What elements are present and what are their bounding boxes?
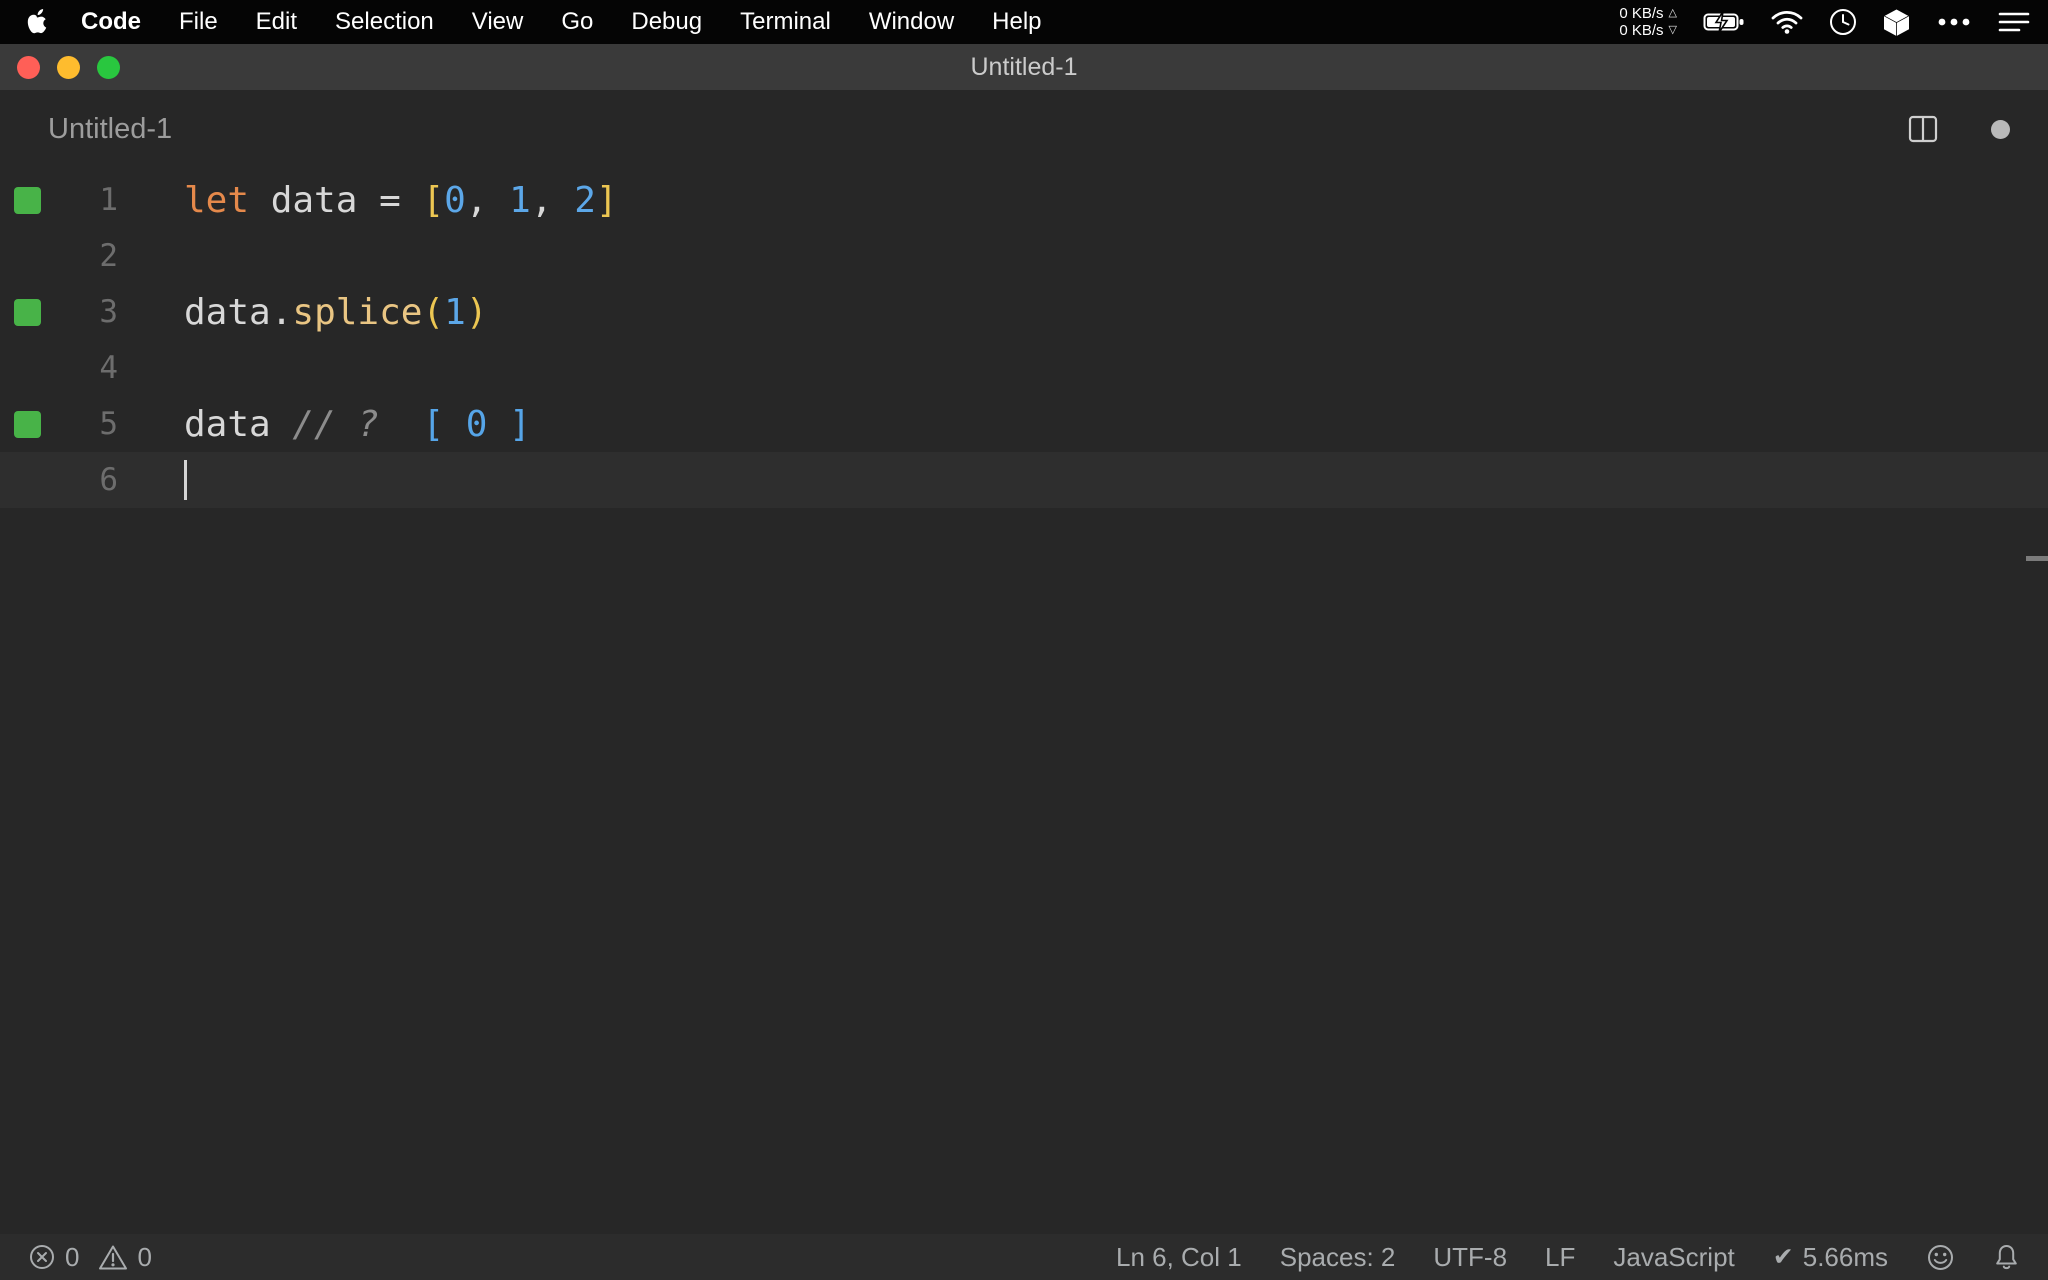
bell-icon <box>1996 1244 2017 1269</box>
text-cursor <box>184 460 187 500</box>
traffic-lights <box>17 44 120 90</box>
language-mode-status[interactable]: JavaScript <box>1613 1242 1734 1273</box>
tab-untitled-1[interactable]: Untitled-1 <box>48 113 172 146</box>
close-window-button[interactable] <box>17 55 40 79</box>
code-text[interactable]: data. splice(1) <box>184 292 488 333</box>
problems-status[interactable]: 0 0 <box>28 1242 152 1273</box>
menu-item-window[interactable]: Window <box>850 8 973 36</box>
code-line[interactable]: 6 <box>0 452 2048 508</box>
minimize-window-button[interactable] <box>57 55 80 79</box>
network-speed-menu-extra[interactable]: 0 KB/s △ 0 KB/s ▽ <box>1619 5 1677 39</box>
menu-item-debug[interactable]: Debug <box>612 8 721 36</box>
perf-time: 5.66ms <box>1802 1241 1888 1272</box>
code-line[interactable]: 1 let data = [0, 1, 2] <box>0 172 2048 228</box>
cursor-position-status[interactable]: Ln 6, Col 1 <box>1116 1242 1242 1273</box>
editor-header: Untitled-1 <box>0 90 2048 168</box>
smiley-icon <box>1928 1244 1953 1270</box>
up-arrow-icon: △ <box>1668 7 1677 19</box>
indentation-status[interactable]: Spaces: 2 <box>1280 1242 1396 1273</box>
coverage-placeholder <box>14 355 41 382</box>
code-line[interactable]: 2 <box>0 228 2048 284</box>
quokka-perf-status[interactable]: ✔ 5.66ms <box>1773 1242 1888 1273</box>
quokka-coverage-marker <box>14 410 41 438</box>
clock-icon[interactable] <box>1829 8 1857 36</box>
down-arrow-icon: ▽ <box>1668 24 1677 36</box>
apple-icon <box>27 8 47 33</box>
quokka-coverage-marker <box>14 186 41 214</box>
menu-items: Code File Edit Selection View Go Debug Termina… <box>62 8 1061 36</box>
warning-count: 0 <box>137 1241 152 1272</box>
apple-menu[interactable] <box>18 8 62 36</box>
line-number: 1 <box>99 182 118 218</box>
battery-charging-icon[interactable] <box>1703 11 1745 33</box>
check-icon: ✔ <box>1772 1243 1794 1271</box>
notifications-bell-button[interactable] <box>1993 1243 2020 1272</box>
warning-icon <box>99 1245 128 1269</box>
network-down-label: 0 KB/s <box>1619 22 1664 39</box>
line-number: 5 <box>99 406 118 442</box>
window-titlebar[interactable]: Untitled-1 <box>0 44 2048 90</box>
line-number: 2 <box>99 238 118 274</box>
editor-actions <box>1907 113 2010 145</box>
quokka-coverage-marker <box>14 298 41 326</box>
code-text[interactable]: data // ? [ 0 ] <box>184 404 531 445</box>
menu-item-app[interactable]: Code <box>62 8 160 36</box>
code-editor[interactable]: 1 let data = [0, 1, 2] 2 3 data. splice(1) 4 5 d… <box>0 168 2048 561</box>
code-text[interactable] <box>184 460 187 500</box>
cube-icon[interactable] <box>1883 8 1910 37</box>
overview-ruler-mark <box>2026 556 2048 561</box>
network-up-label: 0 KB/s <box>1619 5 1664 22</box>
window-title: Untitled-1 <box>970 52 1078 81</box>
list-menu-icon[interactable] <box>1998 11 2030 33</box>
ellipsis-icon[interactable] <box>1936 17 1972 27</box>
line-number: 4 <box>99 350 118 386</box>
macos-menubar: Code File Edit Selection View Go Debug Termina… <box>0 0 2048 44</box>
menubar-status-icons: 0 KB/s △ 0 KB/s ▽ <box>1619 5 2030 39</box>
menu-item-terminal[interactable]: Terminal <box>721 8 850 36</box>
zoom-window-button[interactable] <box>97 55 120 79</box>
menu-item-file[interactable]: File <box>160 8 237 36</box>
code-line[interactable]: 5 data // ? [ 0 ] <box>0 396 2048 452</box>
menu-item-go[interactable]: Go <box>542 8 612 36</box>
line-number: 6 <box>99 462 118 498</box>
wifi-icon[interactable] <box>1771 10 1803 34</box>
menu-item-selection[interactable]: Selection <box>316 8 453 36</box>
error-icon <box>30 1245 54 1269</box>
code-text[interactable]: let data = [0, 1, 2] <box>184 180 618 221</box>
menu-item-help[interactable]: Help <box>973 8 1060 36</box>
coverage-placeholder <box>14 467 41 494</box>
menu-item-edit[interactable]: Edit <box>237 8 316 36</box>
feedback-smiley-button[interactable] <box>1926 1243 1955 1272</box>
code-lines: 1 let data = [0, 1, 2] 2 3 data. splice(1) 4 5 d… <box>0 172 2048 508</box>
unsaved-indicator-dot[interactable] <box>1991 119 2010 139</box>
line-number: 3 <box>99 294 118 330</box>
statusbar: 0 0 Ln 6, Col 1 Spaces: 2 UTF-8 LF JavaS… <box>0 1234 2048 1280</box>
split-editor-button[interactable] <box>1907 113 1939 145</box>
menu-item-view[interactable]: View <box>453 8 543 36</box>
code-line[interactable]: 3 data. splice(1) <box>0 284 2048 340</box>
encoding-status[interactable]: UTF-8 <box>1433 1242 1507 1273</box>
code-line[interactable]: 4 <box>0 340 2048 396</box>
error-count: 0 <box>65 1241 80 1272</box>
coverage-placeholder <box>14 243 41 270</box>
eol-status[interactable]: LF <box>1545 1242 1575 1273</box>
